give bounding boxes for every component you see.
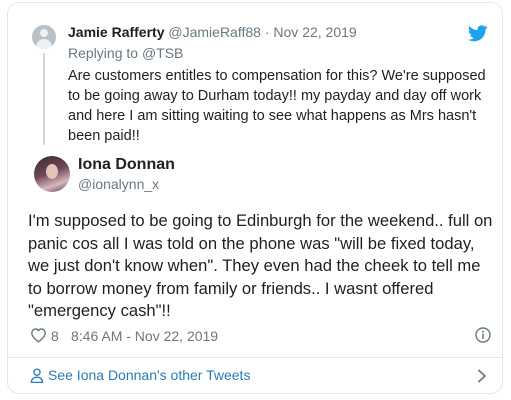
tweet-timestamp[interactable]: 8:46 AM - Nov 22, 2019 (71, 326, 218, 346)
author-avatar[interactable] (34, 156, 70, 192)
replying-to-prefix: Replying to (68, 45, 139, 61)
tweet-embed-card: Jamie Rafferty @JamieRaff88 · Nov 22, 20… (7, 2, 503, 394)
parent-tweet-text: Are customers entitles to compensation f… (68, 68, 486, 144)
tweet-text: I'm supposed to be going to Edinburgh fo… (28, 211, 493, 321)
thread-connector-line (43, 53, 45, 145)
replying-to-line: Replying to @TSB (68, 44, 183, 62)
parent-tweet[interactable]: Jamie Rafferty @JamieRaff88 · Nov 22, 20… (8, 3, 502, 153)
parent-author-name[interactable]: Jamie Rafferty (68, 24, 165, 40)
twitter-bird-icon[interactable] (468, 25, 488, 42)
author-name[interactable]: Iona Donnan (78, 155, 175, 175)
parent-tweet-date[interactable]: Nov 22, 2019 (273, 24, 356, 40)
avatar-body-shape (36, 39, 52, 49)
info-icon[interactable] (475, 327, 491, 343)
parent-tweet-header: Jamie Rafferty @JamieRaff88 · Nov 22, 20… (68, 23, 357, 41)
default-avatar[interactable] (32, 25, 56, 49)
chevron-right-icon (478, 369, 486, 383)
replying-to-mention[interactable]: @TSB (142, 45, 183, 61)
heart-icon[interactable] (30, 327, 47, 343)
avatar-head-shape (40, 29, 48, 37)
author-handle[interactable]: @ionalynn_x (78, 175, 159, 193)
avatar-face-shape (46, 164, 58, 179)
see-other-tweets-link[interactable]: See Iona Donnan's other Tweets (8, 358, 502, 393)
parent-author-handle[interactable]: @JamieRaff88 (168, 24, 261, 40)
see-other-tweets-label: See Iona Donnan's other Tweets (48, 367, 251, 383)
person-icon (30, 368, 44, 383)
header-separator: · (264, 24, 270, 40)
like-count[interactable]: 8 (51, 326, 59, 346)
